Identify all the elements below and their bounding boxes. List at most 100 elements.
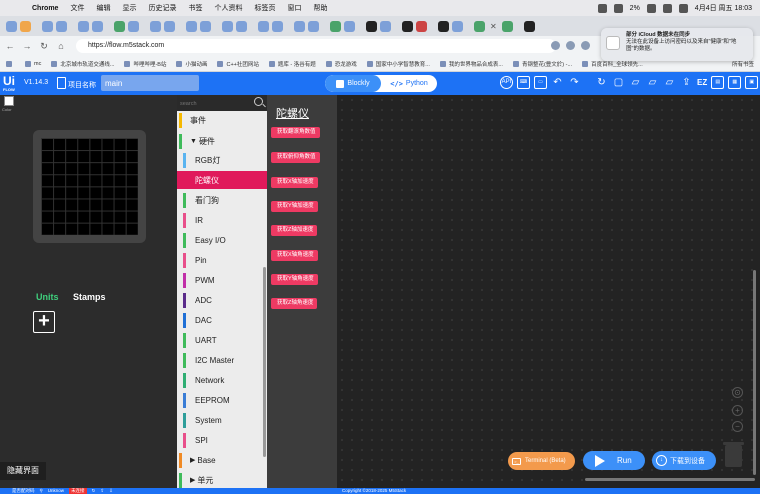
keyboard-icon[interactable]: ⌨ — [517, 76, 530, 89]
block-gyro-z[interactable]: 获取Z轴角速度 — [271, 298, 318, 309]
upload-icon[interactable]: ⇪ — [680, 76, 693, 89]
bookmark-item[interactable]: 小猫动画 — [176, 60, 207, 68]
device-icon[interactable]: ▭ — [534, 76, 547, 89]
category-item[interactable]: EEPROM — [177, 391, 267, 409]
tab-favicon[interactable] — [6, 20, 17, 32]
category-item[interactable]: Network — [177, 371, 267, 389]
category-item[interactable]: ▶事件 — [177, 111, 267, 129]
menu-profiles[interactable]: 个人资料 — [214, 3, 242, 13]
extension-icon[interactable] — [566, 41, 575, 50]
color-picker[interactable] — [4, 96, 14, 106]
battery-icon[interactable] — [646, 3, 656, 13]
tab-favicon[interactable] — [56, 20, 67, 32]
category-item[interactable]: ▶ Base — [177, 451, 267, 469]
refresh-icon[interactable]: ↻ — [595, 76, 608, 89]
icloud-notification[interactable]: 部分 iCloud 数据未在同步 无法在此设备上访问密码以及来自"健康"和"地图… — [601, 28, 753, 61]
tab-favicon[interactable] — [402, 20, 413, 32]
wifi-icon[interactable] — [662, 3, 672, 13]
units-tab[interactable]: Units — [36, 292, 59, 302]
python-mode-button[interactable]: </> Python — [381, 75, 437, 92]
trash-icon[interactable] — [723, 442, 744, 467]
add-unit-button[interactable]: + — [33, 311, 55, 333]
ez-icon[interactable]: EZ — [697, 76, 707, 89]
tab-favicon[interactable] — [308, 20, 319, 32]
tab-favicon[interactable] — [294, 20, 305, 32]
hardware-icon[interactable]: ▣ — [745, 76, 759, 89]
tab-favicon[interactable] — [200, 20, 211, 32]
category-item[interactable]: 看门狗 — [177, 191, 267, 209]
block-accel-x[interactable]: 获取X轴加速度 — [271, 177, 318, 188]
tab-favicon[interactable] — [416, 20, 427, 32]
category-item[interactable]: I2C Master — [177, 351, 267, 369]
menu-file[interactable]: 文件 — [70, 3, 84, 13]
tab-favicon[interactable] — [501, 20, 513, 32]
bookmark-star-icon[interactable] — [551, 41, 560, 50]
menu-edit[interactable]: 编辑 — [96, 3, 110, 13]
close-tab-icon[interactable]: ✕ — [490, 22, 497, 31]
bookmark-item[interactable]: mc — [25, 60, 41, 67]
category-item[interactable]: Easy I/O — [177, 231, 267, 249]
category-item[interactable]: Pin — [177, 251, 267, 269]
blockly-workspace[interactable] — [337, 95, 760, 488]
category-item[interactable]: PWM — [177, 271, 267, 289]
menu-view[interactable]: 显示 — [122, 3, 136, 13]
search-icon[interactable] — [254, 97, 263, 106]
zoom-reset-icon[interactable]: ⊙ — [732, 387, 743, 398]
category-item[interactable]: ▶ 单元 — [177, 471, 267, 488]
tab-favicon[interactable] — [438, 20, 449, 32]
chevron-down-icon[interactable]: ▼ — [190, 138, 197, 145]
chevron-right-icon[interactable]: ▶ — [190, 476, 195, 484]
zoom-out-icon[interactable]: − — [732, 421, 743, 432]
save-folder-icon[interactable]: ▱ — [646, 76, 659, 89]
category-item[interactable]: DAC — [177, 311, 267, 329]
redo-icon[interactable]: ↷ — [568, 76, 581, 89]
zoom-in-icon[interactable]: + — [732, 405, 743, 416]
home-icon[interactable]: ⌂ — [54, 41, 68, 51]
extension-icon[interactable] — [581, 41, 590, 50]
tab-favicon[interactable] — [92, 20, 103, 32]
tray-wechat-icon[interactable] — [613, 3, 623, 13]
category-item[interactable]: UART — [177, 331, 267, 349]
hide-ui-button[interactable]: 隐藏界面 — [0, 462, 46, 480]
workspace-vertical-scrollbar[interactable] — [753, 270, 756, 475]
url-field[interactable]: https://flow.m5stack.com — [76, 39, 556, 53]
menu-bookmarks[interactable]: 书签 — [188, 3, 202, 13]
tab-favicon[interactable] — [344, 20, 355, 32]
tab-favicon[interactable] — [380, 20, 391, 32]
tab-favicon[interactable] — [20, 20, 31, 32]
block-gyro-y[interactable]: 获取Y轴角速度 — [271, 274, 318, 285]
search-input[interactable] — [180, 98, 252, 109]
block-accel-y[interactable]: 获取Y轴加速度 — [271, 201, 318, 212]
menu-tabs[interactable]: 标签页 — [254, 3, 275, 13]
download-status-icon[interactable]: ⇩ — [109, 488, 113, 494]
stamps-tab[interactable]: Stamps — [73, 292, 106, 302]
tab-favicon[interactable] — [452, 20, 463, 32]
terminal-button[interactable]: >_ Terminal (Beta) — [508, 452, 575, 470]
category-item[interactable]: System — [177, 411, 267, 429]
back-icon[interactable]: ← — [3, 41, 17, 51]
menu-help[interactable]: 帮助 — [313, 3, 327, 13]
cloud-folder-icon[interactable]: ▱ — [663, 76, 676, 89]
reload-icon[interactable]: ↻ — [37, 41, 51, 52]
tab-favicon[interactable] — [474, 20, 485, 32]
tray-app-icon[interactable] — [597, 3, 607, 13]
tab-favicon[interactable] — [258, 20, 269, 32]
bookmark-item[interactable]: 我的世界物品合成表... — [439, 60, 503, 68]
tab-favicon[interactable] — [150, 20, 161, 32]
download-button[interactable]: ↓ 下载到设备 — [652, 451, 716, 470]
bookmark-item[interactable]: C++社团网站 — [217, 60, 259, 68]
category-item[interactable]: ADC — [177, 291, 267, 309]
tab-favicon[interactable] — [128, 20, 139, 32]
tab-favicon[interactable] — [114, 20, 125, 32]
all-bookmarks[interactable]: 所有书签 — [732, 60, 754, 68]
upload-status-icon[interactable]: ⇪ — [100, 488, 104, 494]
category-item[interactable]: ▼ 硬件 — [177, 132, 267, 150]
bookmark-item[interactable]: 恐龙游戏 — [325, 60, 357, 68]
sync-icon[interactable]: ↻ — [92, 488, 96, 494]
tab-favicon[interactable] — [78, 20, 89, 32]
new-file-icon[interactable]: ▢ — [612, 76, 625, 89]
tab-favicon[interactable] — [272, 20, 283, 32]
menu-app-name[interactable]: Chrome — [32, 5, 58, 12]
forward-icon[interactable]: → — [20, 41, 34, 51]
block-roll[interactable]: 获取翻滚角数值 — [271, 127, 320, 138]
